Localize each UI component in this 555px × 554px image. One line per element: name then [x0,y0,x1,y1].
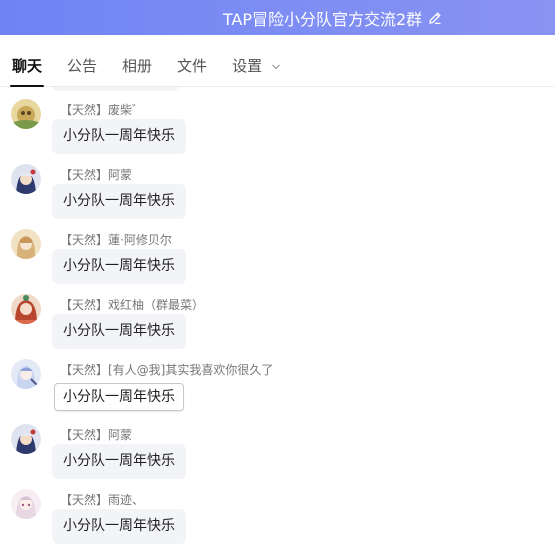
sender-name: 【天然】阿蒙 [60,168,133,182]
message-bubble[interactable]: 小分队一周年快乐 [52,249,186,284]
message-bubble[interactable]: 小分队一周年快乐 [52,444,186,479]
chat-header: TAP冒险小分队官方交流2群 [0,0,555,35]
message-bubble[interactable]: 小分队一周年快乐 [52,184,186,219]
tab-label: 文件 [177,56,208,75]
previous-message-bubble [52,87,179,91]
message-item: 【天然】[有人@我]其实我喜欢你很久了 小分队一周年快乐 [0,359,555,424]
avatar[interactable] [11,99,41,129]
tab-album[interactable]: 相册 [122,35,152,87]
group-title: TAP冒险小分队官方交流2群 [222,9,423,29]
avatar[interactable] [11,164,41,194]
tab-bar: 聊天 公告 相册 文件 设置 [0,35,555,87]
tab-files[interactable]: 文件 [177,35,207,87]
avatar[interactable] [11,359,41,389]
tab-label: 聊天 [12,56,43,75]
sender-name: 【天然】雨迹、 [60,493,145,507]
message-bubble[interactable]: 小分队一周年快乐 [52,314,186,349]
message-item: 【天然】阿蒙 小分队一周年快乐 [0,164,555,229]
tab-label: 公告 [67,56,98,75]
tab-announcements[interactable]: 公告 [67,35,97,87]
tab-label: 相册 [122,56,153,75]
message-bubble[interactable]: 小分队一周年快乐 [52,509,186,544]
avatar[interactable] [11,424,41,454]
message-item: 【天然】废柴゛ 小分队一周年快乐 [0,99,555,164]
sender-name: 【天然】蓮·阿修贝尔 [60,233,172,247]
avatar[interactable] [11,229,41,259]
message-item: 【天然】雨迹、 小分队一周年快乐 [0,489,555,554]
avatar[interactable] [11,294,41,324]
sender-name: 【天然】[有人@我]其实我喜欢你很久了 [60,363,274,377]
message-bubble[interactable]: 小分队一周年快乐 [52,119,186,154]
avatar[interactable] [11,489,41,519]
pencil-icon[interactable] [428,11,442,25]
message-item: 【天然】蓮·阿修贝尔 小分队一周年快乐 [0,229,555,294]
message-list[interactable]: 【天然】废柴゛ 小分队一周年快乐 【天然】阿蒙 小分队一周年快乐 【天然】蓮·阿… [0,87,555,554]
sender-name: 【天然】阿蒙 [60,428,133,442]
message-item: 【天然】戏红柚（群最菜） 小分队一周年快乐 [0,294,555,359]
tab-chat[interactable]: 聊天 [9,35,45,87]
message-bubble[interactable]: 小分队一周年快乐 [54,383,184,411]
tab-settings[interactable]: 设置 [232,35,281,87]
tab-label: 设置 [232,56,263,75]
sender-name: 【天然】废柴゛ [60,103,145,117]
message-item: 【天然】阿蒙 小分队一周年快乐 [0,424,555,489]
sender-name: 【天然】戏红柚（群最菜） [60,298,205,312]
